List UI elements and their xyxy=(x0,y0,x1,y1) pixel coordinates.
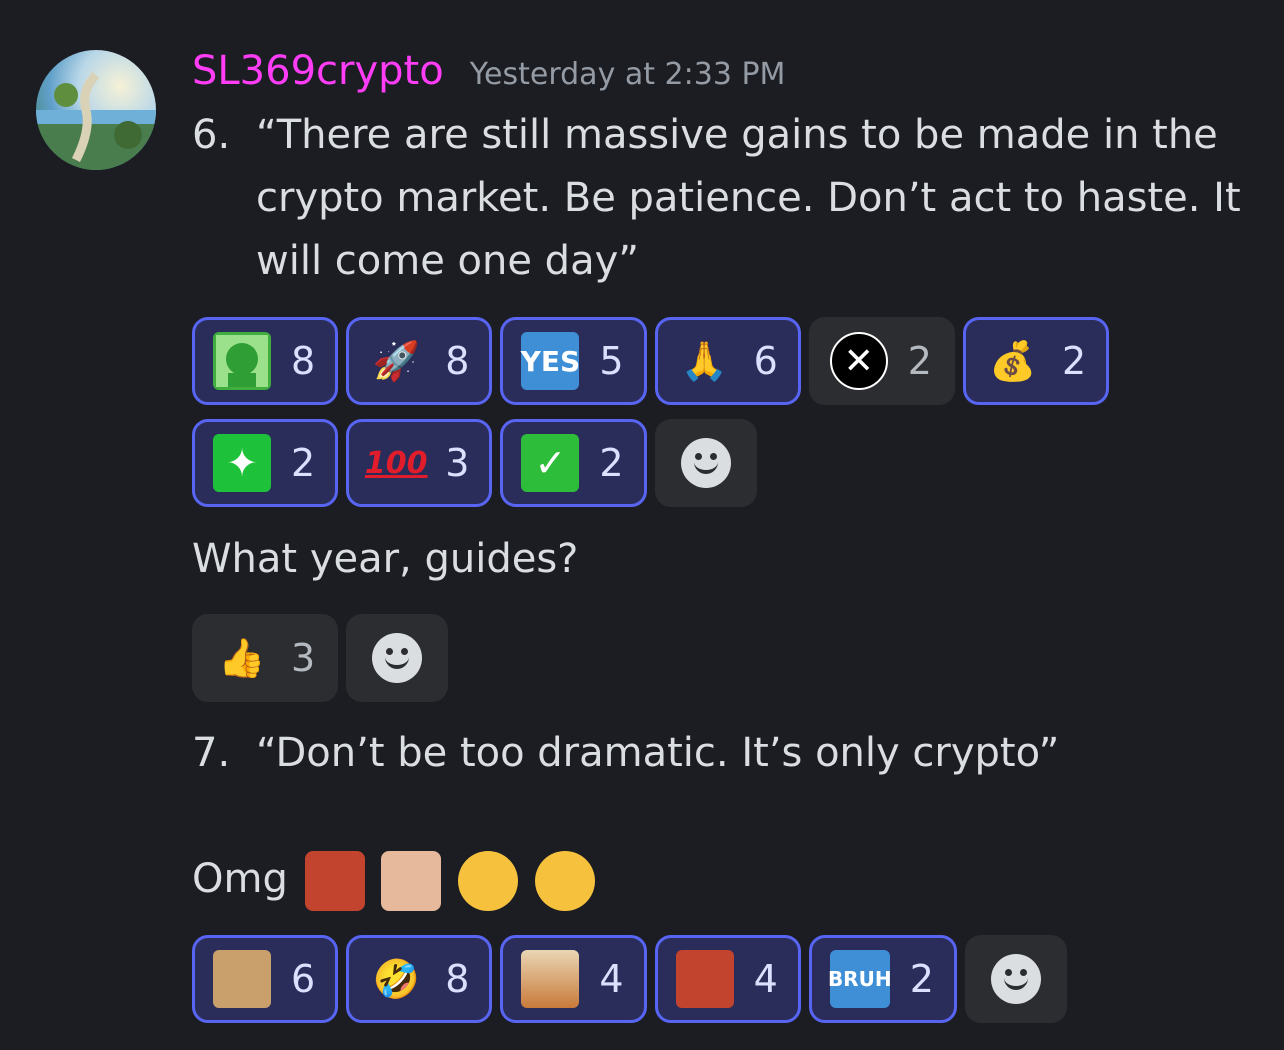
winking-tongue-icon xyxy=(458,851,518,911)
reaction-row: 6 🤣 8 4 4 BRUH 2 xyxy=(192,935,1067,1023)
bruh-icon: BRUH xyxy=(828,950,892,1008)
list-number: 6. xyxy=(192,112,231,158)
reaction-money[interactable]: 💰 2 xyxy=(962,317,1110,405)
laughing-dog-icon xyxy=(213,950,271,1008)
laughing-man-icon xyxy=(381,851,442,911)
reaction-hundred[interactable]: 100 3 xyxy=(346,419,493,507)
message-question: What year, guides? xyxy=(192,528,578,591)
add-reaction-button[interactable] xyxy=(964,935,1067,1023)
reaction-pray[interactable]: 🙏 6 xyxy=(654,317,801,405)
crying-man-icon xyxy=(304,851,365,911)
message-text: What year, guides? xyxy=(192,536,579,582)
reaction-count: 2 xyxy=(599,441,624,485)
xrp-icon: ✕ xyxy=(829,332,888,390)
reaction-rofl[interactable]: 🤣 8 xyxy=(346,935,493,1023)
reaction-count: 6 xyxy=(753,339,778,383)
explosion-icon xyxy=(521,950,580,1008)
reaction-sparkle[interactable]: ✦ 2 xyxy=(192,419,339,507)
list-item-6: 6. “There are still massive gains to be … xyxy=(192,104,1256,293)
rofl-icon: 🤣 xyxy=(372,956,420,1001)
reaction-rocket[interactable]: 🚀 8 xyxy=(346,317,493,405)
reaction-row: 8 🚀 8 YES 5 🙏 6 ✕ 2 💰 2 xyxy=(192,317,1110,405)
smiley-icon xyxy=(990,954,1041,1004)
hundred-icon: 100 xyxy=(364,445,428,481)
crying-man-icon xyxy=(675,950,734,1008)
message-text: Omg xyxy=(192,856,288,902)
message-omg: Omg xyxy=(192,848,595,911)
add-reaction-button[interactable] xyxy=(346,614,449,702)
reaction-yes[interactable]: YES 5 xyxy=(500,317,647,405)
reaction-count: 2 xyxy=(291,441,316,485)
reaction-bruh[interactable]: BRUH 2 xyxy=(808,935,957,1023)
list-item-7: 7. “Don’t be too dramatic. It’s only cry… xyxy=(192,722,1256,785)
reaction-explosion[interactable]: 4 xyxy=(500,935,647,1023)
reaction-count: 2 xyxy=(1061,339,1087,383)
reaction-count: 2 xyxy=(907,339,932,383)
reaction-count: 8 xyxy=(445,339,470,383)
praying-hands-icon: 🙏 xyxy=(680,338,729,383)
message-text: “Don’t be too dramatic. It’s only crypto… xyxy=(256,730,1060,776)
reaction-count: 2 xyxy=(909,957,934,1001)
reaction-count: 3 xyxy=(445,441,470,485)
reaction-count: 3 xyxy=(291,636,316,680)
reaction-thumbs-up[interactable]: 👍 3 xyxy=(192,614,339,702)
reaction-count: 4 xyxy=(753,957,778,1001)
reaction-count: 4 xyxy=(599,957,624,1001)
reaction-xrp[interactable]: ✕ 2 xyxy=(808,317,955,405)
yes-icon: YES xyxy=(521,332,580,390)
reaction-row: 👍 3 xyxy=(192,614,449,702)
username[interactable]: SL369crypto xyxy=(192,48,444,94)
avatar[interactable] xyxy=(36,50,156,170)
money-bag-icon: 💰 xyxy=(989,338,1037,383)
reaction-count: 5 xyxy=(599,339,624,383)
message-text: “There are still massive gains to be mad… xyxy=(256,112,1241,284)
reaction-crying-man[interactable]: 4 xyxy=(654,935,801,1023)
rofl-icon xyxy=(534,851,595,911)
reaction-check[interactable]: ✓ 2 xyxy=(500,419,647,507)
reaction-laughing-dog[interactable]: 6 xyxy=(192,935,339,1023)
timestamp: Yesterday at 2:33 PM xyxy=(469,57,786,92)
pepe-icon xyxy=(213,332,271,390)
list-number: 7. xyxy=(192,730,231,776)
smiley-icon xyxy=(372,633,423,683)
smiley-icon xyxy=(680,438,731,488)
reaction-row: ✦ 2 100 3 ✓ 2 xyxy=(192,419,757,507)
check-mark-icon: ✓ xyxy=(521,434,580,492)
rocket-icon: 🚀 xyxy=(372,338,420,383)
add-reaction-button[interactable] xyxy=(654,419,757,507)
sparkle-icon: ✦ xyxy=(213,434,271,492)
reaction-count: 8 xyxy=(445,957,470,1001)
reaction-count: 8 xyxy=(291,339,316,383)
reaction-pepe[interactable]: 8 xyxy=(192,317,339,405)
thumbs-up-icon: 👍 xyxy=(218,635,266,680)
reaction-count: 6 xyxy=(291,957,316,1001)
